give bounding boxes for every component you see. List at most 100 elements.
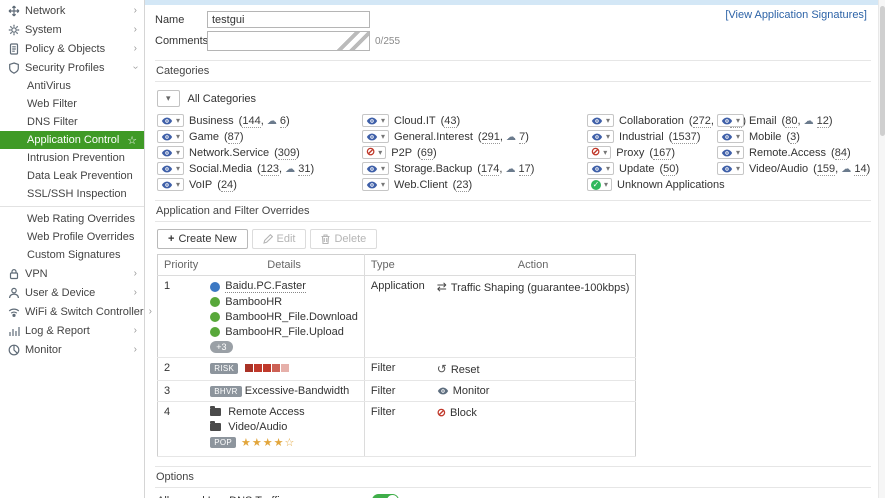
category-visibility-button[interactable]: ▾ xyxy=(362,178,390,191)
all-categories-dropdown[interactable]: ▾ xyxy=(157,90,180,107)
category-visibility-button[interactable]: ▾ xyxy=(362,130,390,143)
caret-down-icon: ▾ xyxy=(736,163,741,173)
sidebar-item-custom-signatures[interactable]: Custom Signatures xyxy=(0,246,144,264)
eye-icon xyxy=(161,133,173,140)
sidebar-item-system[interactable]: System › xyxy=(0,20,144,39)
sidebar-item-vpn[interactable]: VPN › xyxy=(0,264,144,283)
category-count-link[interactable]: 159 xyxy=(816,162,836,176)
sidebar-item-web-profile-overrides[interactable]: Web Profile Overrides xyxy=(0,228,144,246)
dns-traffic-toggle[interactable] xyxy=(372,494,399,498)
delete-button[interactable]: Delete xyxy=(310,229,378,249)
category-count-link[interactable]: 80 xyxy=(785,114,798,128)
category-visibility-button[interactable]: ⊘ ▾ xyxy=(362,146,387,159)
dns-traffic-row: Allow and Log DNS Traffic xyxy=(157,494,871,498)
category-row-general-interest: ▾ General.Interest (291, ☁ 7) xyxy=(362,130,587,144)
more-apps-badge[interactable]: +3 xyxy=(210,341,233,353)
sidebar-item-policy-objects[interactable]: Policy & Objects › xyxy=(0,39,144,58)
all-categories-control[interactable]: ▾ All Categories xyxy=(157,90,871,107)
category-label: Unknown Applications xyxy=(617,178,725,191)
sidebar-item-log-report[interactable]: Log & Report › xyxy=(0,321,144,340)
category-visibility-button[interactable]: ▾ xyxy=(362,162,390,175)
category-visibility-button[interactable]: ▾ xyxy=(157,162,185,175)
sidebar-item-application-control[interactable]: Application Control ☆ xyxy=(0,131,144,149)
override-row-3[interactable]: 3 BHVR Excessive-Bandwidth Filter Monito… xyxy=(157,380,636,402)
override-row-1[interactable]: 1 Baidu.PC.Faster BambooHR BambooHR_File… xyxy=(157,275,636,358)
category-visibility-button[interactable]: ▾ xyxy=(717,114,745,127)
category-visibility-button[interactable]: ▾ xyxy=(587,130,615,143)
category-visibility-button[interactable]: ▾ xyxy=(717,146,745,159)
wifi-icon xyxy=(7,305,20,318)
overrides-section-header: Application and Filter Overrides xyxy=(155,200,871,222)
category-visibility-button[interactable]: ▾ xyxy=(587,162,615,175)
name-input[interactable] xyxy=(207,11,370,28)
sidebar-item-user-device[interactable]: User & Device › xyxy=(0,283,144,302)
category-count-link[interactable]: 3 xyxy=(790,130,797,144)
column-header-details[interactable]: Details xyxy=(204,254,365,276)
category-count-link[interactable]: 291 xyxy=(481,130,500,144)
category-count-link[interactable]: 174 xyxy=(480,162,500,176)
category-cloud-count-link[interactable]: 6 xyxy=(279,114,286,128)
category-label: Video/Audio xyxy=(749,162,809,175)
category-count-link[interactable]: 50 xyxy=(663,162,676,176)
sidebar-item-network[interactable]: Network › xyxy=(0,1,144,20)
sidebar-item-web-rating-overrides[interactable]: Web Rating Overrides xyxy=(0,210,144,228)
categories-grid: ▾ Business (144, ☁ 6) ▾ Game (87) ▾ Netw… xyxy=(157,114,871,192)
eye-icon xyxy=(591,133,603,140)
category-count-link[interactable]: 87 xyxy=(227,130,240,144)
category-visibility-button[interactable]: ⊘ ▾ xyxy=(587,146,612,159)
category-visibility-button[interactable]: ✓ ▾ xyxy=(587,178,613,191)
category-count-link[interactable]: 23 xyxy=(456,178,469,192)
sidebar-item-antivirus[interactable]: AntiVirus xyxy=(0,77,144,95)
category-count-link[interactable]: 309 xyxy=(277,146,297,160)
check-icon: ✓ xyxy=(591,179,601,190)
create-new-button[interactable]: + Create New xyxy=(157,229,248,249)
category-count-link[interactable]: 84 xyxy=(834,146,847,160)
sidebar-item-label: Log & Report xyxy=(25,324,90,337)
category-count-link[interactable]: 123 xyxy=(260,162,280,176)
sidebar-item-monitor[interactable]: Monitor › xyxy=(0,340,144,359)
category-cloud-count-link[interactable]: 7 xyxy=(519,130,526,144)
category-cloud-count-link[interactable]: 14 xyxy=(854,162,867,176)
category-cloud-count-link[interactable]: 17 xyxy=(518,162,531,176)
sidebar-item-dns-filter[interactable]: DNS Filter xyxy=(0,113,144,131)
lock-icon xyxy=(7,267,20,280)
category-count-link[interactable]: 24 xyxy=(220,178,234,192)
comments-input[interactable] xyxy=(207,31,370,51)
override-row-4[interactable]: 4 Remote Access Video/Audio POP ★★★★☆ Fil… xyxy=(157,401,636,457)
category-visibility-button[interactable]: ▾ xyxy=(157,146,185,159)
view-application-signatures-link[interactable]: [View Application Signatures] xyxy=(725,9,867,21)
category-visibility-button[interactable]: ▾ xyxy=(157,114,185,127)
app-name-link[interactable]: Baidu.PC.Faster xyxy=(225,280,306,293)
category-count-link[interactable]: 272 xyxy=(692,114,711,128)
category-visibility-button[interactable]: ▾ xyxy=(587,114,615,127)
sidebar-item-ssl-ssh-inspection[interactable]: SSL/SSH Inspection xyxy=(0,185,144,203)
category-visibility-button[interactable]: ▾ xyxy=(362,114,390,127)
category-cloud-count-link[interactable]: 12 xyxy=(816,114,829,128)
column-header-priority[interactable]: Priority xyxy=(157,254,205,276)
category-visibility-button[interactable]: ▾ xyxy=(157,130,185,143)
column-header-action[interactable]: Action xyxy=(430,254,636,276)
sidebar-item-intrusion-prevention[interactable]: Intrusion Prevention xyxy=(0,149,144,167)
category-count-link[interactable]: 69 xyxy=(420,146,433,160)
caret-down-icon: ▾ xyxy=(603,147,608,157)
scrollbar-thumb[interactable] xyxy=(880,6,885,136)
category-visibility-button[interactable]: ▾ xyxy=(717,162,745,175)
vertical-scrollbar[interactable] xyxy=(878,0,885,498)
category-label: Business xyxy=(189,114,234,127)
category-count-link[interactable]: 144 xyxy=(242,114,261,128)
override-row-2[interactable]: 2 RISK Filter ↺ Reset xyxy=(157,357,636,381)
category-visibility-button[interactable]: ▾ xyxy=(157,178,185,191)
category-count-link[interactable]: 1537 xyxy=(672,130,697,144)
edit-button[interactable]: Edit xyxy=(251,229,307,249)
favorite-star-icon[interactable]: ☆ xyxy=(127,134,137,147)
sidebar-item-security-profiles[interactable]: Security Profiles › xyxy=(0,58,144,77)
sidebar-item-data-leak-prevention[interactable]: Data Leak Prevention xyxy=(0,167,144,185)
sidebar-item-wifi-switch-controller[interactable]: WiFi & Switch Controller › xyxy=(0,302,152,321)
category-visibility-button[interactable]: ▾ xyxy=(717,130,745,143)
category-cloud-count-link[interactable]: 31 xyxy=(298,162,311,176)
category-count-link[interactable]: 43 xyxy=(444,114,457,128)
category-count-link[interactable]: 167 xyxy=(653,146,672,160)
popularity-stars: ★★★★☆ xyxy=(241,437,296,449)
sidebar-item-web-filter[interactable]: Web Filter xyxy=(0,95,144,113)
column-header-type[interactable]: Type xyxy=(363,254,431,276)
